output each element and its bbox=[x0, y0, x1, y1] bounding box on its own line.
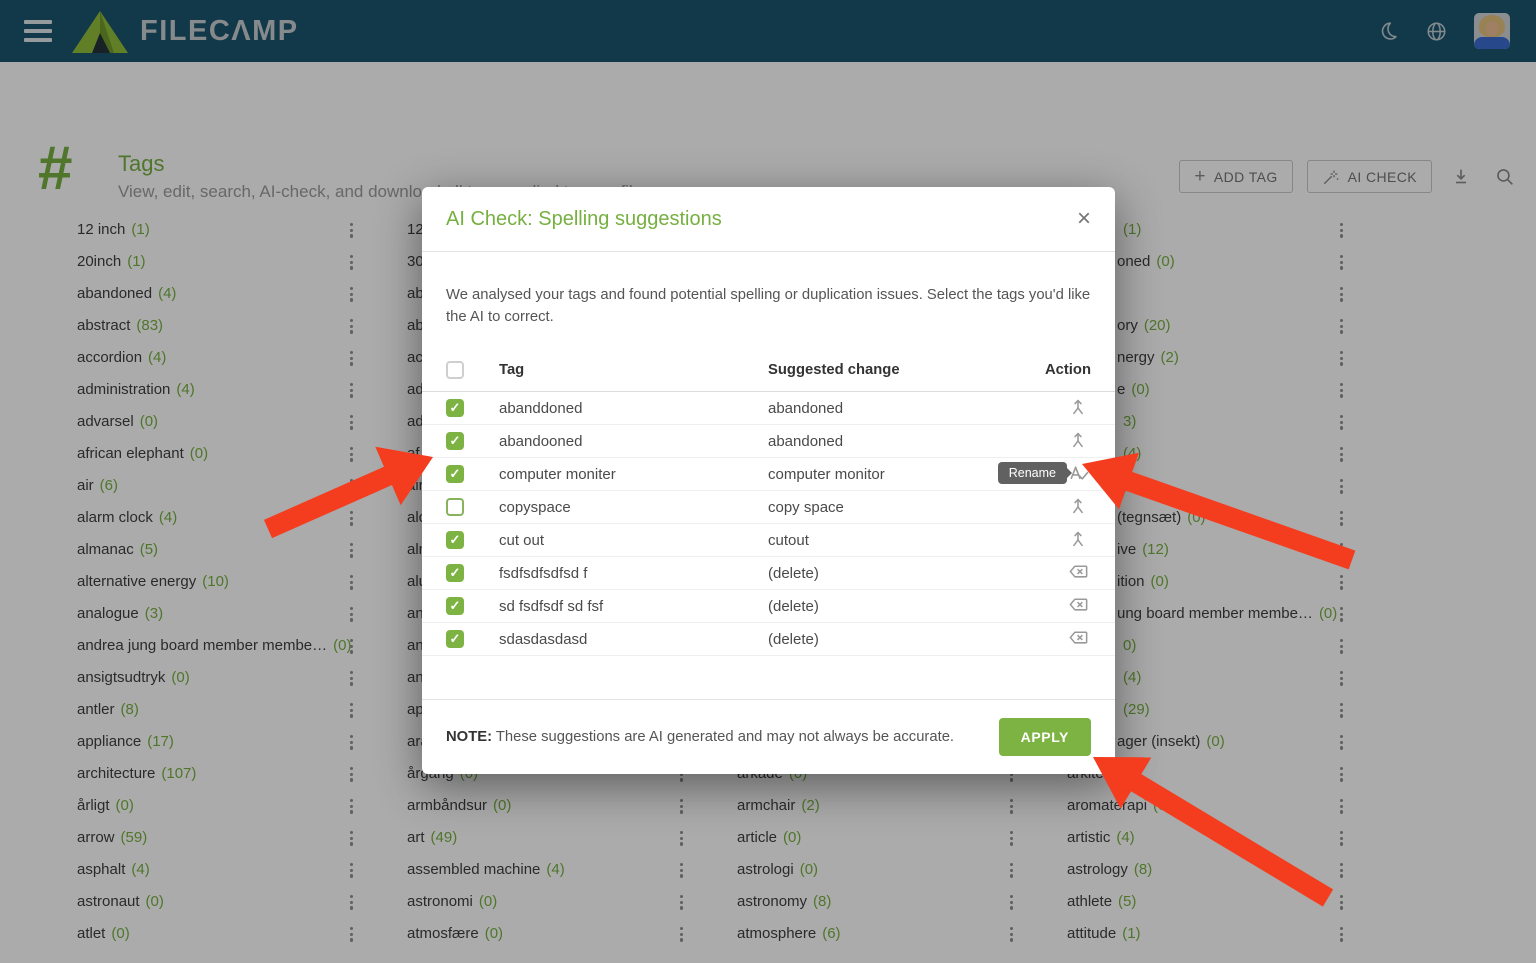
row-suggestion-text: (delete) bbox=[768, 598, 1029, 615]
ai-check-modal: AI Check: Spelling suggestions × We anal… bbox=[422, 187, 1115, 774]
row-checkbox-checked[interactable]: ✓ bbox=[446, 465, 464, 483]
row-tag-text: sd fsdfsdf sd fsf bbox=[499, 598, 768, 615]
row-tag-text: copyspace bbox=[499, 499, 768, 516]
row-suggestion-text: cutout bbox=[768, 532, 1029, 549]
suggestion-row: copyspacecopy space bbox=[422, 491, 1115, 524]
close-icon[interactable]: × bbox=[1077, 207, 1091, 231]
suggestions-table: Tag Suggested change Action ✓abanddoneda… bbox=[422, 349, 1115, 656]
suggestion-row: ✓ fsdfsdfsdfsd f(delete) bbox=[422, 557, 1115, 590]
delete-action-icon[interactable] bbox=[1067, 594, 1091, 618]
row-tag-text: abandooned bbox=[499, 433, 768, 450]
modal-header: AI Check: Spelling suggestions × bbox=[422, 187, 1115, 252]
select-all-checkbox[interactable] bbox=[446, 361, 464, 379]
modal-intro-text: We analysed your tags and found potentia… bbox=[422, 267, 1115, 328]
row-suggestion-text: copy space bbox=[768, 499, 1029, 516]
suggestion-row: ✓ computer monitercomputer monitorRename bbox=[422, 458, 1115, 491]
row-suggestion-text: abandoned bbox=[768, 400, 1029, 417]
merge-action-icon[interactable] bbox=[1067, 396, 1091, 420]
row-tag-text: sdasdasdasd bbox=[499, 631, 768, 648]
merge-action-icon[interactable] bbox=[1067, 495, 1091, 519]
suggestion-row: ✓ sd fsdfsdf sd fsf(delete) bbox=[422, 590, 1115, 623]
row-suggestion-text: computer monitor bbox=[768, 466, 1029, 483]
row-suggestion-text: abandoned bbox=[768, 433, 1029, 450]
rename-tooltip: Rename bbox=[998, 462, 1067, 484]
modal-footer: NOTE: These suggestions are AI generated… bbox=[422, 699, 1115, 774]
row-tag-text: abanddoned bbox=[499, 400, 768, 417]
row-suggestion-text: (delete) bbox=[768, 631, 1029, 648]
row-tag-text: cut out bbox=[499, 532, 768, 549]
row-suggestion-text: (delete) bbox=[768, 565, 1029, 582]
row-checkbox-checked[interactable]: ✓ bbox=[446, 630, 464, 648]
suggestion-row: ✓ abanddonedabandoned bbox=[422, 392, 1115, 425]
column-header-suggested: Suggested change bbox=[768, 362, 1029, 378]
delete-action-icon[interactable] bbox=[1067, 627, 1091, 651]
suggestions-rows: ✓ abanddonedabandoned ✓ abandoonedabandoned… bbox=[422, 392, 1115, 656]
row-checkbox-unchecked[interactable] bbox=[446, 498, 464, 516]
row-checkbox-checked[interactable]: ✓ bbox=[446, 597, 464, 615]
column-header-action: Action bbox=[1045, 362, 1091, 378]
merge-action-icon[interactable] bbox=[1067, 528, 1091, 552]
suggestion-row: ✓ abandoonedabandoned bbox=[422, 425, 1115, 458]
app-window: FILECΛMP # Tags View, edit, search, AI-c… bbox=[0, 0, 1536, 963]
apply-button[interactable]: APPLY bbox=[999, 718, 1091, 756]
column-header-tag: Tag bbox=[499, 362, 768, 378]
delete-action-icon[interactable] bbox=[1067, 561, 1091, 585]
row-checkbox-checked[interactable]: ✓ bbox=[446, 432, 464, 450]
row-checkbox-checked[interactable]: ✓ bbox=[446, 564, 464, 582]
suggestion-row: ✓ sdasdasdasd(delete) bbox=[422, 623, 1115, 656]
ai-note: NOTE: These suggestions are AI generated… bbox=[446, 729, 954, 745]
suggestion-row: ✓ cut outcutout bbox=[422, 524, 1115, 557]
row-checkbox-checked[interactable]: ✓ bbox=[446, 531, 464, 549]
merge-action-icon[interactable] bbox=[1067, 429, 1091, 453]
row-tag-text: computer moniter bbox=[499, 466, 768, 483]
modal-title: AI Check: Spelling suggestions bbox=[446, 208, 722, 231]
row-tag-text: fsdfsdfsdfsd f bbox=[499, 565, 768, 582]
suggestions-table-header: Tag Suggested change Action bbox=[422, 349, 1115, 392]
row-checkbox-checked[interactable]: ✓ bbox=[446, 399, 464, 417]
